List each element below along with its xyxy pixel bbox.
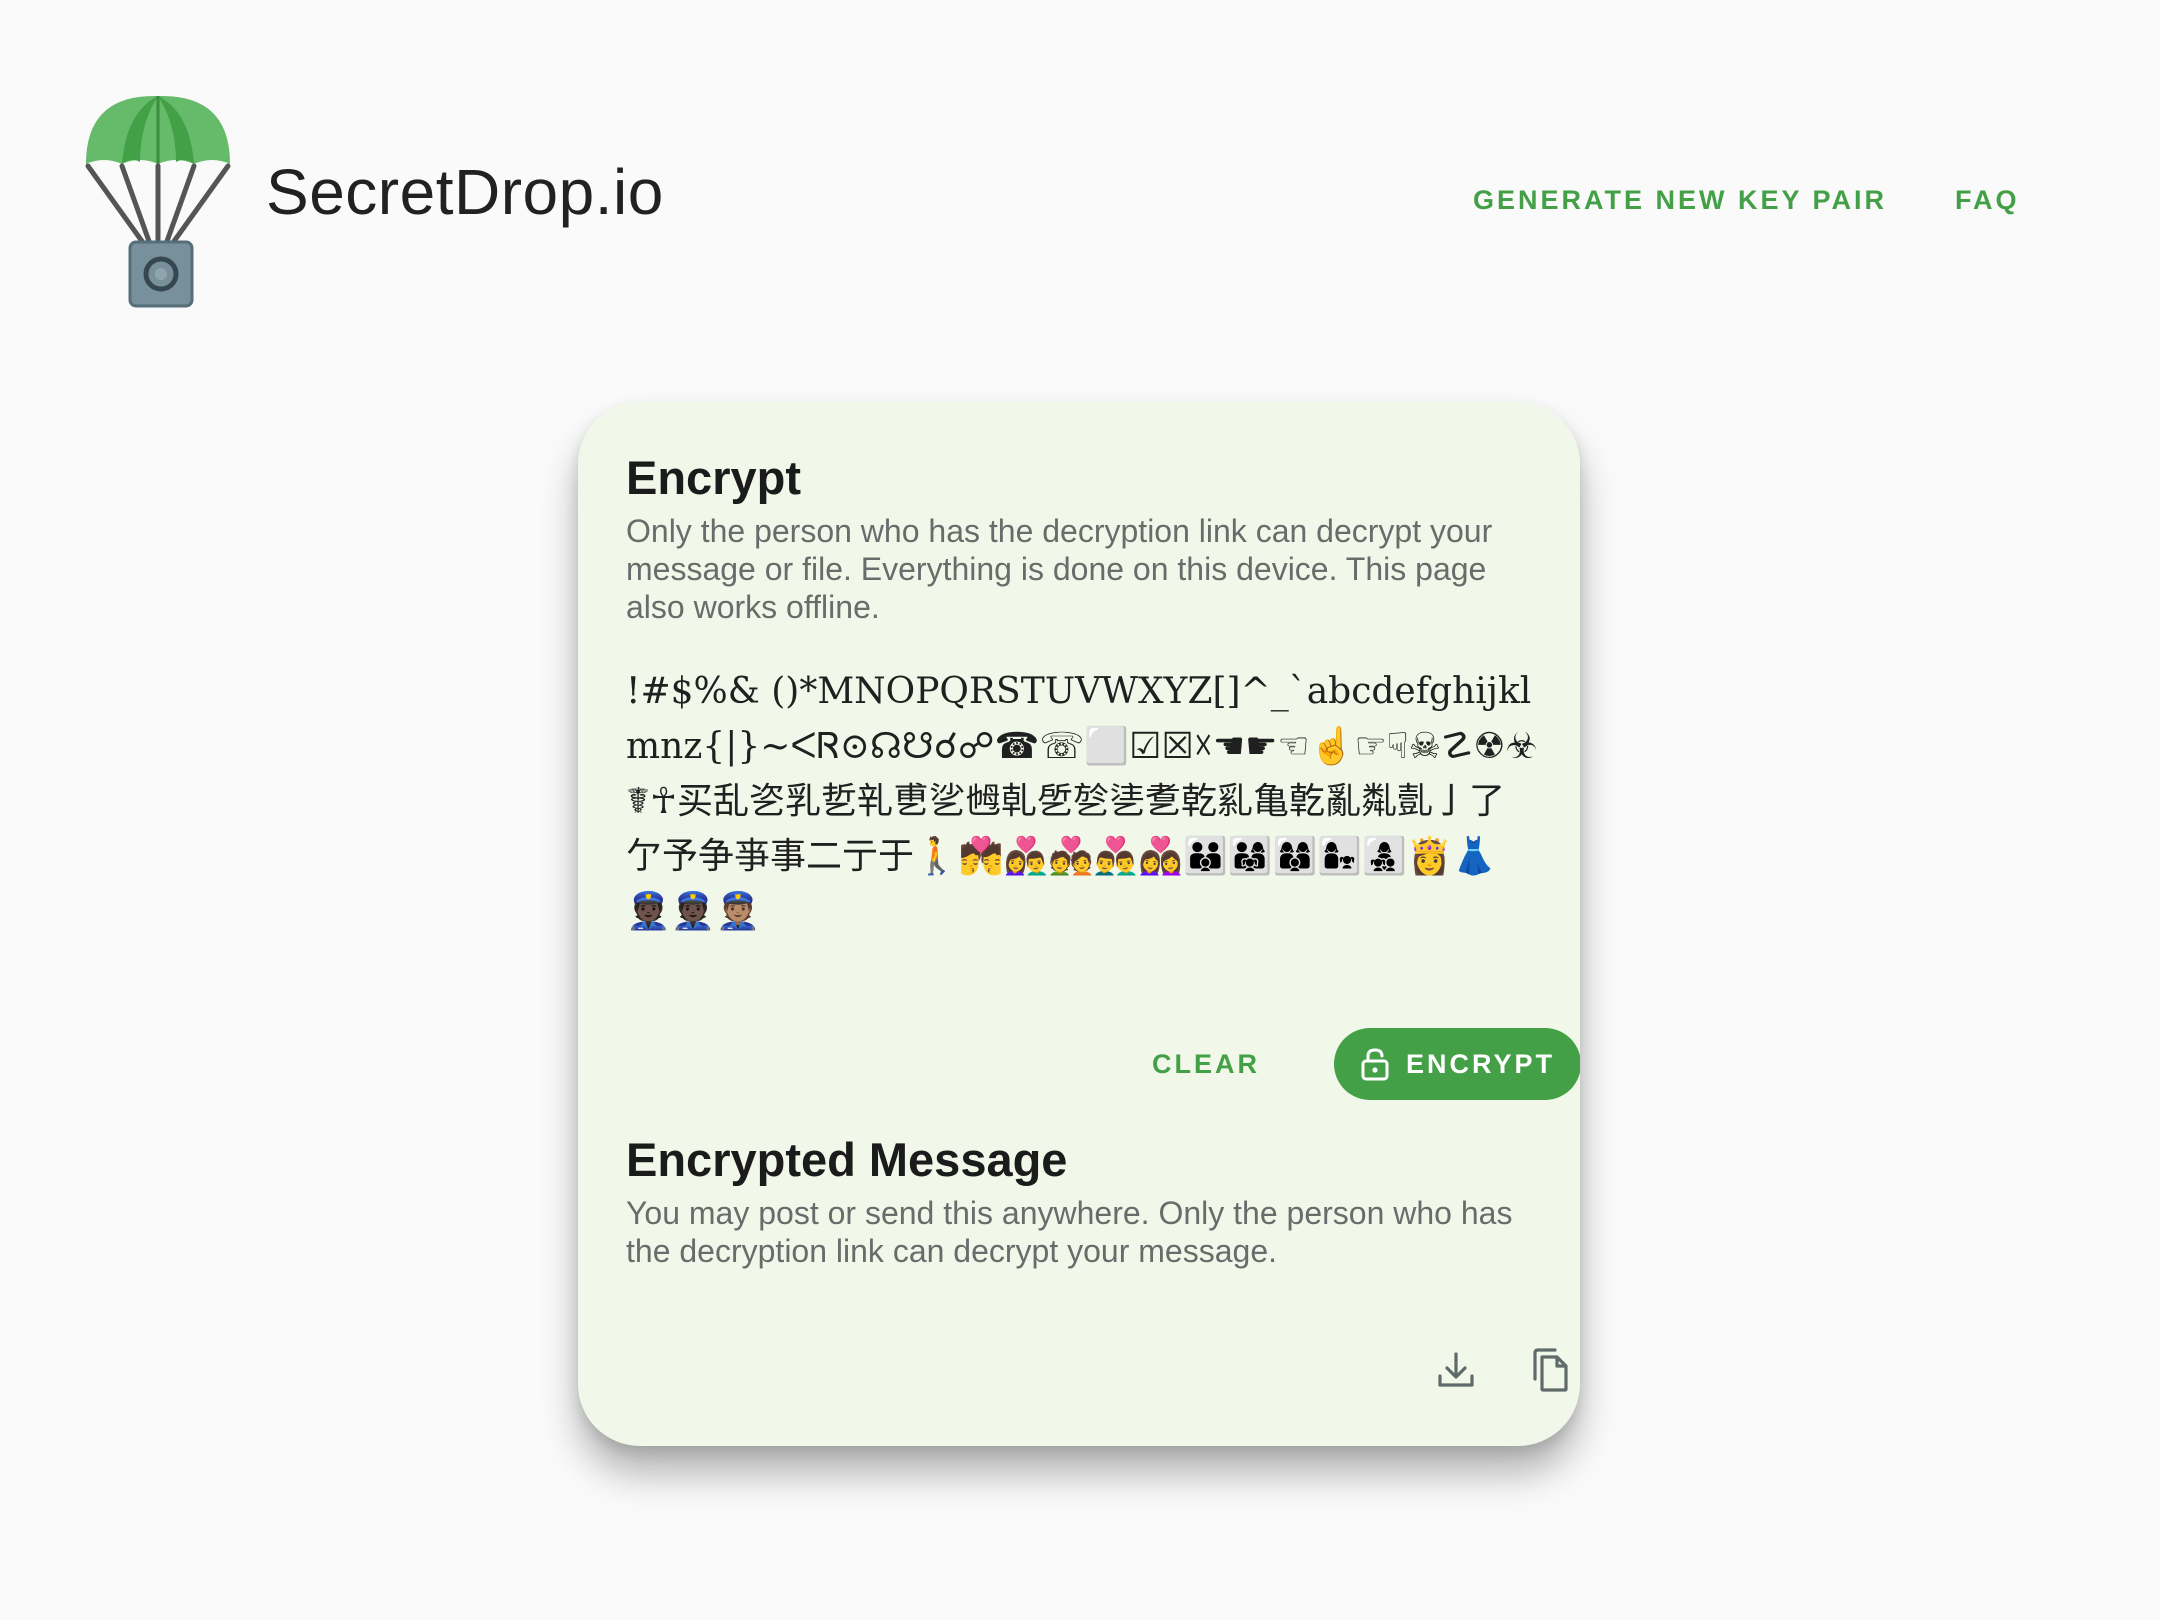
download-icon (1438, 1352, 1474, 1387)
copy-icon (1533, 1348, 1568, 1392)
encrypted-message-title: Encrypted Message (626, 1133, 1068, 1186)
parachute-icon (85, 95, 231, 308)
generate-key-pair-link[interactable]: GENERATE NEW KEY PAIR (1473, 187, 1887, 214)
clear-button[interactable]: CLEAR (1138, 1028, 1274, 1100)
app-header: SecretDrop.io GENERATE NEW KEY PAIR FAQ (0, 0, 2160, 320)
faq-link[interactable]: FAQ (1955, 187, 2020, 214)
brand-title: SecretDrop.io (266, 156, 664, 228)
encrypted-message-description: You may post or send this anywhere. Only… (626, 1195, 1513, 1269)
encrypt-card: Encrypt Only the person who has the decr… (578, 402, 1580, 1446)
lock-open-icon (1361, 1048, 1389, 1081)
encrypt-description: Only the person who has the decryption l… (626, 513, 1493, 625)
encrypt-button[interactable]: ENCRYPT (1334, 1028, 1580, 1100)
message-input[interactable]: !#$%& ()*MNOPQRSTUVWXYZ[]^_`abcdefghijkl… (626, 664, 1538, 954)
encrypt-button-label: ENCRYPT (1405, 1048, 1555, 1079)
download-button[interactable] (1428, 1342, 1484, 1398)
encrypt-title: Encrypt (626, 451, 801, 504)
copy-button[interactable] (1522, 1342, 1578, 1398)
